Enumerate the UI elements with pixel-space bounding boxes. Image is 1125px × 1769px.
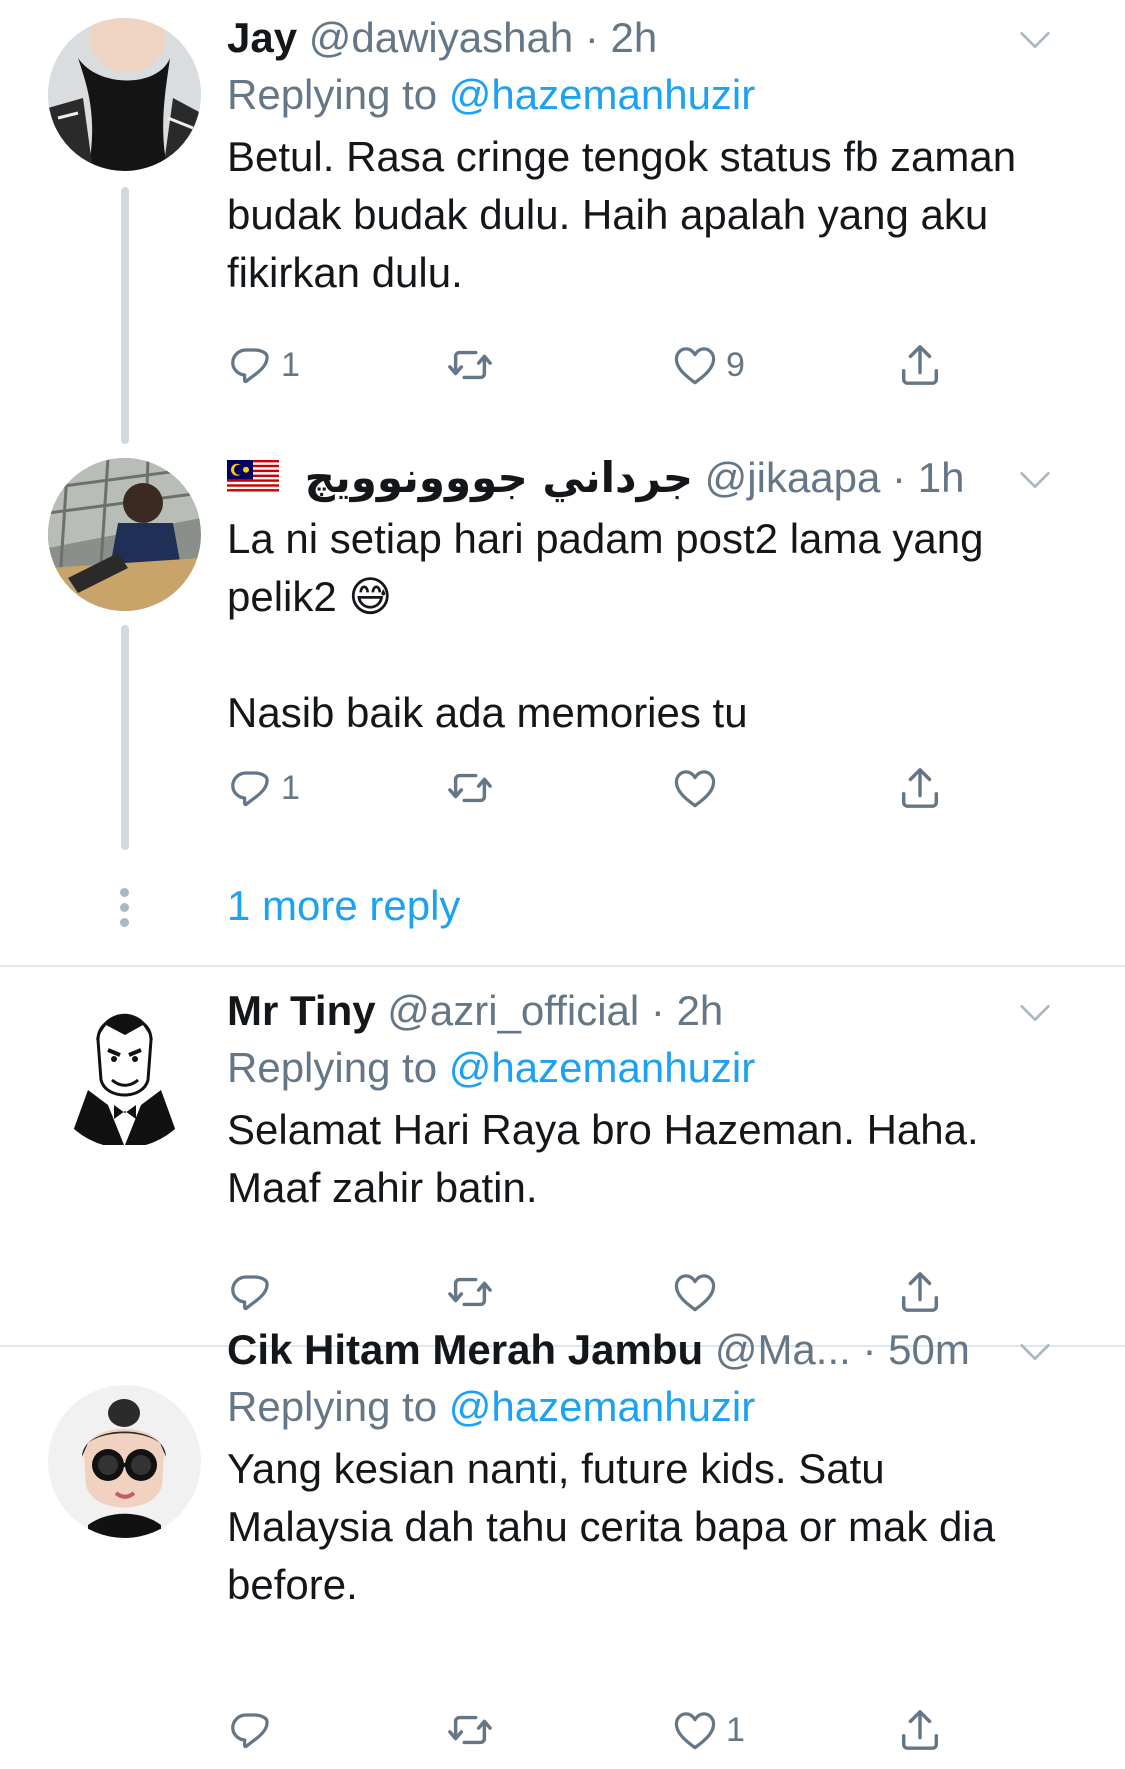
avatar-image <box>48 458 201 611</box>
replying-to-label: Replying to <box>227 1044 438 1091</box>
tweet-header: Jay @dawiyashah · 2h <box>227 10 1055 66</box>
like-button[interactable] <box>672 758 718 818</box>
avatar-image <box>48 18 201 171</box>
avatar[interactable] <box>48 18 201 171</box>
retweet-icon <box>447 765 493 811</box>
tweet-text: Selamat Hari Raya bro Hazeman. Haha. Maa… <box>227 1106 979 1211</box>
mention-link[interactable]: @hazemanhuzir <box>449 1383 755 1430</box>
separator: · <box>892 454 907 501</box>
avatar-image <box>48 995 201 1148</box>
tweet-header: Mr Tiny @azri_official · 2h <box>227 983 1055 1039</box>
share-icon <box>897 1269 943 1315</box>
reply-button[interactable] <box>227 1262 273 1322</box>
timestamp[interactable]: 1h <box>918 454 965 501</box>
retweet-button[interactable] <box>447 1700 493 1760</box>
like-button[interactable] <box>672 1262 718 1322</box>
share-icon <box>897 765 943 811</box>
tweet-text-line: La ni setiap hari padam post2 lama yang … <box>227 515 984 620</box>
replying-to-label: Replying to <box>227 1383 438 1430</box>
retweet-icon <box>447 342 493 388</box>
separator: · <box>584 14 599 61</box>
grinning-sweat-emoji: 😅 <box>348 572 393 621</box>
like-count: 9 <box>726 345 745 384</box>
heart-icon <box>672 1707 718 1753</box>
reply-count: 1 <box>281 345 300 384</box>
display-name[interactable]: Cik Hitam Merah Jambu <box>227 1326 703 1373</box>
share-button[interactable] <box>897 335 943 395</box>
avatar[interactable] <box>48 995 201 1148</box>
heart-icon <box>672 1269 718 1315</box>
mention-link[interactable]: @hazemanhuzir <box>449 71 755 118</box>
retweet-button[interactable] <box>447 1262 493 1322</box>
chevron-down-icon[interactable] <box>1015 460 1055 500</box>
timestamp[interactable]: 50m <box>888 1326 970 1373</box>
reply-icon <box>227 765 273 811</box>
display-name[interactable]: Mr Tiny <box>227 987 376 1034</box>
avatar[interactable] <box>48 1385 201 1538</box>
chevron-down-icon[interactable] <box>1015 20 1055 60</box>
like-button[interactable]: 1 <box>672 1700 745 1760</box>
avatar[interactable] <box>48 458 201 611</box>
tweet-text-line-2: Nasib baik ada memories tu <box>227 689 748 736</box>
retweet-button[interactable] <box>447 335 493 395</box>
thread-line <box>121 625 129 850</box>
timestamp[interactable]: 2h <box>677 987 724 1034</box>
tweet-text: Yang kesian nanti, future kids. Satu Mal… <box>227 1445 996 1608</box>
reply-icon <box>227 1707 273 1753</box>
retweet-icon <box>447 1707 493 1753</box>
malaysia-flag-icon <box>227 460 279 494</box>
replying-to-label: Replying to <box>227 71 438 118</box>
reply-button[interactable]: 1 <box>227 758 300 818</box>
user-handle[interactable]: @Ma... <box>715 1326 851 1373</box>
display-name[interactable]: Jay <box>227 14 297 61</box>
user-handle[interactable]: @jikaapa <box>705 454 881 501</box>
tweet-text: La ni setiap hari padam post2 lama yang … <box>227 510 1057 626</box>
display-name[interactable]: جرداني جووونوويچ <box>305 453 693 502</box>
timestamp[interactable]: 2h <box>611 14 658 61</box>
like-button[interactable]: 9 <box>672 335 745 395</box>
user-handle[interactable]: @azri_official <box>387 987 639 1034</box>
like-count: 1 <box>726 1710 745 1749</box>
tweet-header: جرداني جووونوويچ @jikaapa · 1h <box>227 450 1055 506</box>
share-icon <box>897 342 943 388</box>
chevron-down-icon[interactable] <box>1015 993 1055 1033</box>
divider <box>0 965 1125 967</box>
more-replies-dots-icon <box>117 888 133 933</box>
reply-count: 1 <box>281 768 300 807</box>
share-button[interactable] <box>897 758 943 818</box>
more-replies-link[interactable]: 1 more reply <box>227 878 460 934</box>
share-icon <box>897 1707 943 1753</box>
replying-to: Replying to @hazemanhuzir <box>227 66 1055 124</box>
chevron-down-icon[interactable] <box>1015 1332 1055 1372</box>
separator: · <box>650 987 665 1034</box>
avatar-image <box>48 1385 201 1538</box>
reply-button[interactable]: 1 <box>227 335 300 395</box>
tweet-text: Betul. Rasa cringe tengok status fb zama… <box>227 133 1017 296</box>
heart-icon <box>672 342 718 388</box>
mention-link[interactable]: @hazemanhuzir <box>449 1044 755 1091</box>
separator: · <box>862 1326 877 1373</box>
reply-icon <box>227 1269 273 1315</box>
heart-icon <box>672 765 718 811</box>
reply-icon <box>227 342 273 388</box>
tweet-header: Cik Hitam Merah Jambu @Ma... · 50m <box>227 1322 1055 1378</box>
share-button[interactable] <box>897 1262 943 1322</box>
retweet-button[interactable] <box>447 758 493 818</box>
replying-to: Replying to @hazemanhuzir <box>227 1378 1055 1436</box>
reply-button[interactable] <box>227 1700 273 1760</box>
retweet-icon <box>447 1269 493 1315</box>
user-handle[interactable]: @dawiyashah <box>309 14 573 61</box>
thread-line <box>121 187 129 444</box>
replying-to: Replying to @hazemanhuzir <box>227 1039 1055 1097</box>
share-button[interactable] <box>897 1700 943 1760</box>
